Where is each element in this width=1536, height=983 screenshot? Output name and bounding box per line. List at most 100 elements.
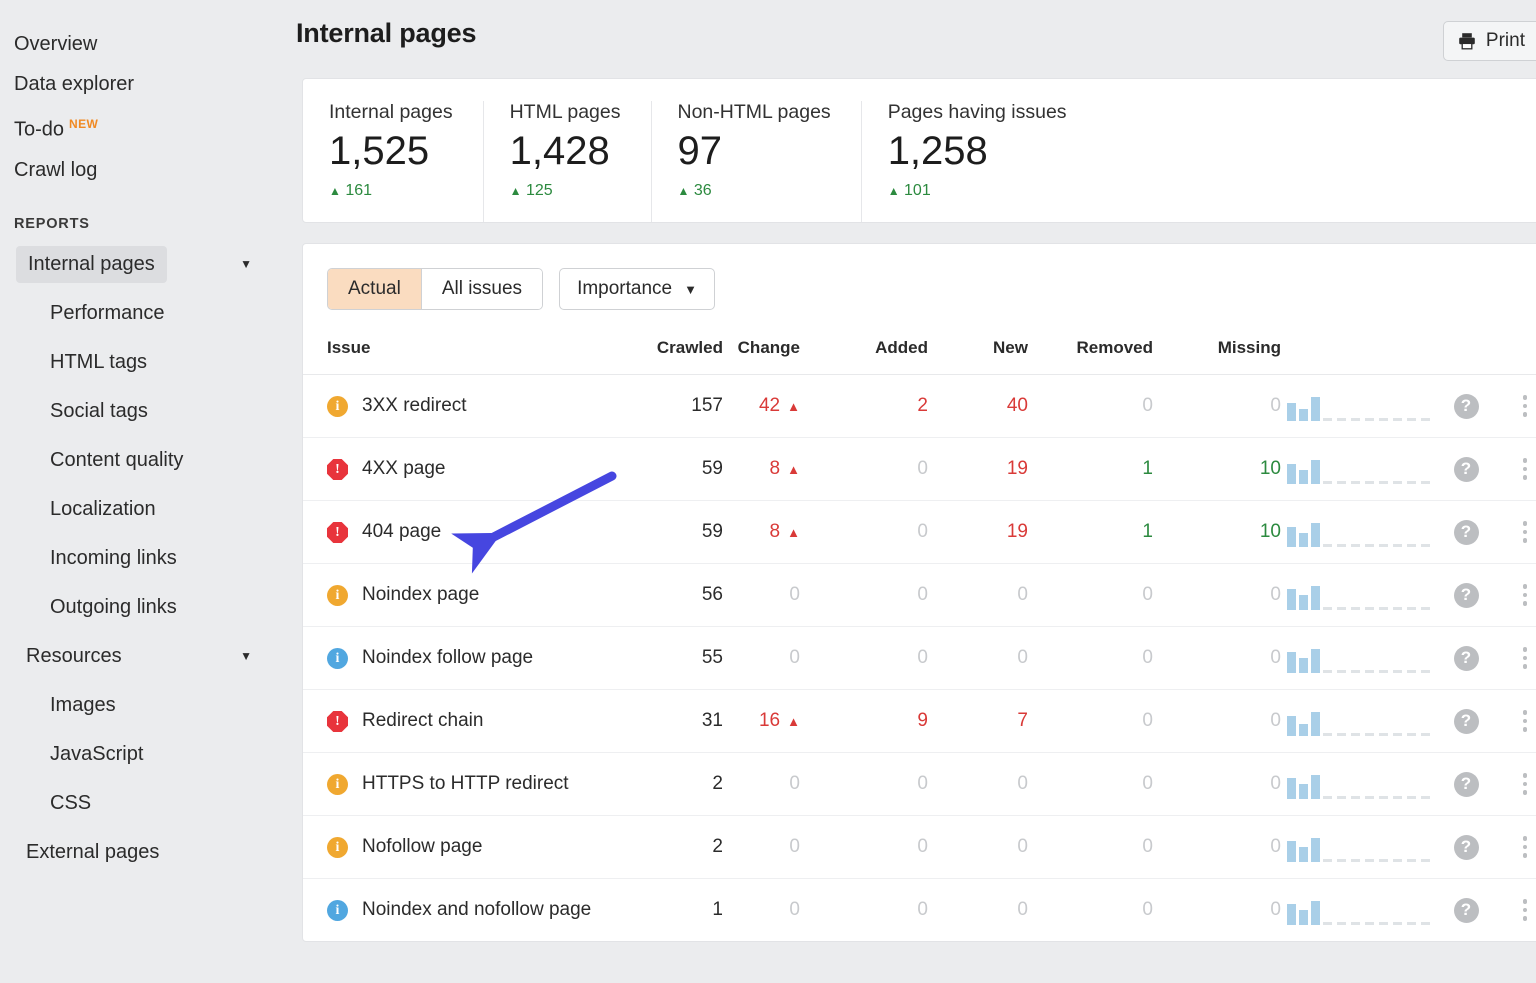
more-options-icon[interactable] — [1522, 584, 1528, 606]
sidebar-item-outgoing-links[interactable]: Outgoing links — [0, 583, 290, 632]
cell-value: 19 — [1006, 458, 1028, 479]
issue-name[interactable]: Noindex page — [362, 581, 479, 609]
menu-wrap — [1501, 521, 1536, 543]
sidebar-item-images[interactable]: Images — [0, 681, 290, 730]
issue-name[interactable]: HTTPS to HTTP redirect — [362, 770, 569, 798]
sparkline-bar-2 — [1311, 460, 1320, 484]
table-row[interactable]: ! 4XX page 59 8 ▲ 0 19 1 10? — [303, 437, 1536, 501]
sparkline-bar-2 — [1311, 649, 1320, 673]
issue-name[interactable]: Noindex follow page — [362, 644, 533, 672]
column-header-missing[interactable]: Missing — [1153, 330, 1281, 375]
view-mode-segmented-control[interactable]: Actual All issues — [327, 268, 544, 310]
table-toolbar: Actual All issues Importance ▼ — [303, 244, 1536, 330]
sidebar-item-content-quality[interactable]: Content quality — [0, 436, 290, 485]
print-button[interactable]: Print — [1442, 21, 1536, 61]
sparkline-bar-1 — [1299, 784, 1308, 799]
table-row[interactable]: i HTTPS to HTTP redirect 2 0 0 0 0 0? — [303, 752, 1536, 816]
cell-crawled: 31 — [623, 689, 723, 753]
help-question-icon[interactable]: ? — [1453, 456, 1479, 482]
cell-removed: 1 — [1028, 500, 1153, 564]
column-header-new[interactable]: New — [928, 330, 1028, 375]
more-options-icon[interactable] — [1522, 710, 1528, 732]
help-question-icon[interactable]: ? — [1453, 834, 1479, 860]
cell-value: 0 — [789, 773, 800, 794]
sidebar-item-to-do[interactable]: To-do NEW — [0, 104, 290, 150]
issue-name[interactable]: 4XX page — [362, 455, 445, 483]
help-wrap: ? — [1431, 582, 1501, 608]
sidebar-item-html-tags[interactable]: HTML tags — [0, 338, 290, 387]
metric-card-internal-pages: Internal pages 1,525 ▲ 161 — [303, 101, 484, 222]
importance-filter-dropdown[interactable]: Importance ▼ — [559, 268, 715, 310]
metric-delta-value: 125 — [525, 182, 553, 199]
sidebar-item-javascript[interactable]: JavaScript — [0, 730, 290, 779]
sidebar-item-resources[interactable]: Resources ▼ — [0, 632, 290, 681]
table-row[interactable]: ! Redirect chain 31 16 ▲ 9 7 0 0? — [303, 689, 1536, 753]
help-question-icon[interactable]: ? — [1453, 645, 1479, 671]
column-header-added[interactable]: Added — [828, 330, 928, 375]
metric-value: 1,525 — [329, 129, 430, 173]
more-options-icon[interactable] — [1522, 395, 1528, 417]
table-row[interactable]: i Noindex and nofollow page 1 0 0 0 0 0? — [303, 879, 1536, 942]
sidebar-item-css[interactable]: CSS — [0, 779, 290, 828]
sidebar-item-internal-pages[interactable]: Internal pages ▼ — [0, 240, 290, 289]
cell-value: 0 — [789, 647, 800, 668]
issue-cell: ! Redirect chain — [327, 707, 623, 735]
issue-name[interactable]: Redirect chain — [362, 707, 483, 735]
help-question-icon[interactable]: ? — [1453, 708, 1479, 734]
column-header-crawled[interactable]: Crawled — [623, 330, 723, 375]
more-options-icon[interactable] — [1522, 521, 1528, 543]
sidebar-item-performance[interactable]: Performance — [0, 289, 290, 338]
tab-all-issues[interactable]: All issues — [420, 269, 543, 309]
cell-sparkline — [1281, 752, 1431, 816]
sidebar-item-incoming-links[interactable]: Incoming links — [0, 534, 290, 583]
chevron-down-icon[interactable]: ▼ — [240, 258, 252, 270]
issue-name[interactable]: Nofollow page — [362, 833, 482, 861]
help-question-icon[interactable]: ? — [1453, 771, 1479, 797]
sidebar-item-overview[interactable]: Overview — [0, 24, 290, 64]
cell-value: 8 — [769, 521, 781, 542]
table-row[interactable]: i Noindex follow page 55 0 0 0 0 0? — [303, 626, 1536, 690]
cell-added: 0 — [828, 815, 928, 879]
sidebar-item-data-explorer[interactable]: Data explorer — [0, 64, 290, 104]
cell-value: 0 — [1270, 647, 1281, 668]
sidebar-item-localization[interactable]: Localization — [0, 485, 290, 534]
help-question-icon[interactable]: ? — [1453, 519, 1479, 545]
cell-value: 1 — [712, 899, 723, 920]
severity-glyph: ! — [335, 524, 340, 540]
sparkline-bar-1 — [1299, 470, 1308, 484]
sparkline-chart — [1281, 706, 1431, 736]
help-question-icon[interactable]: ? — [1453, 897, 1479, 923]
chevron-down-icon[interactable]: ▼ — [240, 650, 252, 662]
cell-help: ? — [1431, 374, 1501, 438]
metric-label: HTML pages — [509, 101, 621, 123]
more-options-icon[interactable] — [1522, 773, 1528, 795]
sidebar-item-label: Overview — [14, 33, 98, 55]
issue-name[interactable]: 404 page — [362, 518, 441, 546]
column-header-change[interactable]: Change — [723, 330, 828, 375]
sparkline-chart — [1281, 580, 1431, 610]
table-row[interactable]: ! 404 page 59 8 ▲ 0 19 1 10? — [303, 500, 1536, 564]
issue-name[interactable]: 3XX redirect — [362, 392, 467, 420]
column-header-issue[interactable]: Issue — [303, 330, 623, 375]
sidebar-item-crawl-log[interactable]: Crawl log — [0, 150, 290, 190]
table-row[interactable]: i 3XX redirect 157 42 ▲ 2 40 0 0? — [303, 374, 1536, 438]
cell-removed: 0 — [1028, 752, 1153, 816]
column-header-removed[interactable]: Removed — [1028, 330, 1153, 375]
table-row[interactable]: i Noindex page 56 0 0 0 0 0? — [303, 563, 1536, 627]
more-options-icon[interactable] — [1522, 647, 1528, 669]
issue-cell: i Noindex and nofollow page — [327, 896, 623, 924]
table-row[interactable]: i Nofollow page 2 0 0 0 0 0? — [303, 815, 1536, 879]
sidebar-item-external-pages[interactable]: External pages — [0, 828, 290, 877]
severity-glyph: i — [335, 650, 340, 666]
issue-name[interactable]: Noindex and nofollow page — [362, 896, 591, 924]
cell-value: 59 — [701, 521, 723, 542]
cell-issue: ! Redirect chain — [303, 689, 623, 753]
sidebar-item-social-tags[interactable]: Social tags — [0, 387, 290, 436]
help-question-icon[interactable]: ? — [1453, 582, 1479, 608]
more-options-icon[interactable] — [1522, 458, 1528, 480]
more-options-icon[interactable] — [1522, 899, 1528, 921]
more-options-icon[interactable] — [1522, 836, 1528, 858]
help-question-icon[interactable]: ? — [1453, 393, 1479, 419]
tab-actual[interactable]: Actual — [328, 269, 421, 309]
cell-value: 0 — [917, 458, 928, 479]
